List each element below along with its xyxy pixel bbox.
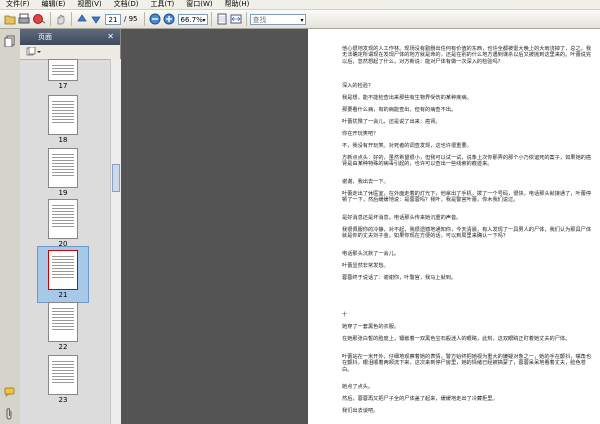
paragraph: 你在开玩笑吧？ (342, 131, 379, 137)
scrollbar-thumb[interactable] (112, 164, 120, 192)
thumbnail-image (48, 95, 78, 135)
menu-view[interactable]: 视图(V) (71, 0, 107, 9)
paragraph: 我很佩服你的冷静，对不起，我很遗憾地通知你，今天清晨，有人发现了一具男人的尸体，… (342, 227, 592, 240)
search-input[interactable]: 查找 ▾ (249, 13, 306, 25)
paragraph: 叶蕾显然非常发愁。 (342, 263, 389, 269)
toolbar-separator (210, 12, 212, 26)
open-icon[interactable] (4, 12, 16, 26)
hand-tool-icon[interactable] (55, 12, 67, 26)
comments-icon[interactable] (4, 387, 16, 399)
pages-tab-icon[interactable] (4, 35, 15, 49)
toolbar-separator (143, 12, 145, 26)
thumbnail-page-selected[interactable]: 21 (37, 246, 89, 303)
print-icon[interactable] (18, 12, 30, 26)
paragraph: 叶蕾站在一米开外，仔细地观察着她的表情，警方始终把她视为重大的嫌疑对象之一，她的… (342, 354, 592, 373)
chapter-number: 十 (342, 312, 348, 318)
search-placeholder: 查找 (252, 15, 267, 24)
thumbnail-image (48, 302, 78, 342)
menu-file[interactable]: 文件(F) (0, 0, 36, 9)
fit-page-icon[interactable] (216, 12, 228, 26)
menu-edit[interactable]: 编辑(E) (36, 0, 72, 9)
thumbnail-page-number: 18 (58, 136, 68, 144)
toolbar-separator (50, 12, 51, 26)
email-icon[interactable] (32, 12, 46, 26)
menu-window[interactable]: 窗口(W) (180, 0, 218, 9)
thumbnail-page[interactable]: 20 (42, 199, 84, 248)
paragraph: 蓉蓉终于说话了：谢谢你，叶警官，我马上就到。 (342, 275, 457, 281)
zoom-out-icon[interactable] (149, 12, 161, 26)
paragraph: 谢谢，我出去一下。 (342, 179, 389, 185)
paragraph: 不，我没有开玩笑。对死者的调查发现，这也许很重要。 (342, 143, 472, 149)
pages-panel-title: 页面 (38, 33, 52, 41)
zoom-in-icon[interactable] (163, 12, 175, 26)
options-icon (26, 46, 42, 58)
document-page[interactable]: 他心很地发现的人工作林。现场没有勤删出任何有价值的东西，也许全都被雷大晚上的大雨… (308, 29, 600, 424)
close-icon[interactable]: ✕ (107, 32, 114, 41)
thumbnail-list[interactable]: 17 18 19 20 21 22 23 (20, 59, 110, 424)
thumbnail-page[interactable]: 17 (42, 59, 84, 90)
attachments-icon[interactable] (4, 408, 14, 422)
pages-panel: 页面 ✕ 17 18 19 20 21 22 23 (20, 29, 121, 424)
pages-panel-header: 页面 ✕ (20, 29, 120, 45)
menu-bar: 文件(F) 编辑(E) 视图(V) 文档(D) 工具(T) 窗口(W) 帮助(H… (0, 0, 600, 10)
thumbnail-page[interactable]: 19 (42, 148, 84, 197)
document-canvas (121, 29, 308, 424)
thumbnail-image (48, 148, 78, 188)
paragraph: 深入的检验？ (342, 83, 374, 89)
paragraph: 她穿了一套黑色的衣服。 (342, 324, 400, 330)
paragraph: 电话那头沉默了一会儿。 (342, 251, 400, 257)
menu-tools[interactable]: 工具(T) (145, 0, 181, 9)
paragraph: 她点了点头。 (342, 384, 374, 390)
previous-page-icon[interactable] (76, 12, 88, 26)
toolbar: 21 / 95 66.7% ▾ 查找 ▾ (0, 10, 600, 29)
thumbnail-page[interactable]: 22 (42, 302, 84, 351)
next-page-icon[interactable] (90, 12, 102, 26)
thumbnail-page-number: 21 (58, 291, 68, 299)
menu-document[interactable]: 文档(D) (108, 0, 145, 9)
paragraph: 在她那张白皙的脸庞上，镶嵌着一双黑色宝石般迷人的眼睛，此刻，这双眼睛正盯着她丈夫… (342, 336, 571, 342)
paragraph: 然后，蓉蓉再又把尸子全的尸体盖了起来，缓缓地走出了冷藏柜里。 (342, 396, 498, 402)
paragraph: 我是想，能不能检查出来那些有生物界受伤的某种疾病。 (342, 95, 472, 101)
thumbnail-page[interactable]: 23 (42, 355, 84, 404)
paragraph: 是好消息还是坏消息。电话那头传来她沉重的声音。 (342, 215, 462, 221)
thumbnail-page-number: 19 (58, 189, 68, 197)
thumbnail-image (48, 199, 78, 239)
panel-options-button[interactable] (20, 45, 120, 60)
thumbnail-image (48, 355, 78, 395)
thumbnail-page-number: 23 (58, 396, 68, 404)
toolbar-separator (71, 12, 72, 26)
thumbnail-image (48, 59, 78, 81)
paragraph: 那要看什么病，有的病能查出，但有的病查不出。 (342, 107, 457, 113)
navigation-tab-strip (0, 29, 21, 424)
paragraph: 我们出去谈吧。 (342, 408, 379, 414)
menu-help[interactable]: 帮助(H) (219, 0, 256, 9)
thumbnail-page-number: 22 (58, 343, 68, 351)
paragraph: 叶蕾走出了休医室，在外面走着的灯光下，他拿出了手机，拨了一个号码，很快，电话那头… (342, 191, 592, 204)
thumbnail-image (48, 250, 78, 290)
thumbnail-scrollbar[interactable] (110, 59, 121, 424)
paragraph: 他心很地发现的人工作林。现场没有勤删出任何有价值的东西，也许全都被雷大晚上的大雨… (342, 46, 592, 65)
paragraph: 叶蕾犹豫了一会儿，还是说了出来：癌肾。 (342, 119, 441, 125)
page-number-input[interactable]: 21 (105, 13, 121, 25)
zoom-value: 66.7% (180, 15, 203, 24)
chevron-down-icon: ▾ (202, 16, 206, 24)
paragraph: 方新点点头：好的，虽然希望很小，但我可以试一试，说象上次你那弄的那个小乃依谊死的… (342, 155, 592, 168)
fit-width-icon[interactable] (230, 12, 242, 26)
thumbnail-page[interactable]: 18 (42, 95, 84, 144)
toolbar-separator (245, 12, 247, 26)
page-total-label: / 95 (124, 15, 138, 23)
thumbnail-page-number: 17 (58, 82, 68, 90)
chevron-down-icon: ▾ (300, 16, 304, 24)
zoom-select[interactable]: 66.7% ▾ (177, 13, 208, 25)
